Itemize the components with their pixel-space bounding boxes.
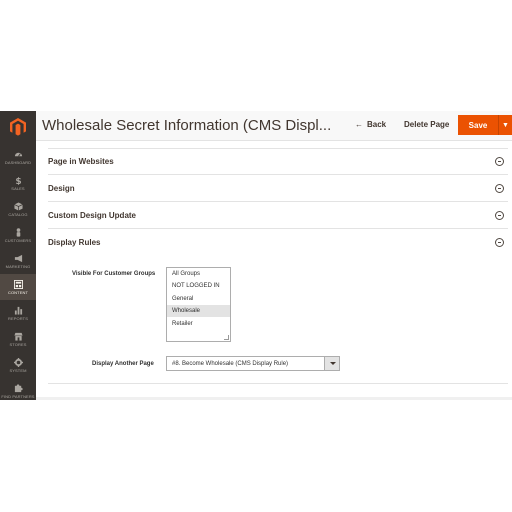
sidebar-item-label: STORES bbox=[9, 341, 27, 347]
collapse-toggle-icon[interactable] bbox=[495, 184, 504, 193]
collapse-toggle-icon[interactable] bbox=[495, 238, 504, 247]
multiselect-option[interactable]: Retailer bbox=[167, 318, 230, 330]
sidebar-item-label: CUSTOMERS bbox=[4, 237, 32, 243]
section-title: Page in Websites bbox=[48, 157, 114, 166]
dropdown-arrow-icon[interactable] bbox=[324, 357, 339, 370]
collapse-toggle-icon[interactable] bbox=[495, 157, 504, 166]
svg-text:$: $ bbox=[15, 177, 21, 185]
divider bbox=[48, 383, 508, 384]
section-title: Custom Design Update bbox=[48, 211, 137, 220]
customer-groups-multiselect[interactable]: All Groups NOT LOGGED IN General Wholesa… bbox=[166, 267, 231, 342]
sidebar-item-customers[interactable]: CUSTOMERS bbox=[0, 222, 36, 248]
puzzle-icon bbox=[14, 383, 23, 392]
layout-icon bbox=[13, 279, 23, 289]
multiselect-option[interactable]: All Groups bbox=[167, 268, 230, 280]
admin-sidebar: DASHBOARD $ SALES CATALOG CUSTOMERS MARK… bbox=[0, 111, 36, 400]
dashboard-icon bbox=[14, 152, 22, 157]
sidebar-item-content[interactable]: CONTENT bbox=[0, 274, 36, 300]
page-header: Wholesale Secret Information (CMS Displ.… bbox=[36, 111, 512, 141]
multiselect-option[interactable]: NOT LOGGED IN bbox=[167, 280, 230, 292]
select-value: #8. Become Wholesale (CMS Display Rule) bbox=[172, 361, 289, 367]
sidebar-item-label: SYSTEM bbox=[9, 367, 27, 373]
sidebar-item-system[interactable]: SYSTEM bbox=[0, 352, 36, 378]
section-custom-design-update[interactable]: Custom Design Update bbox=[48, 202, 508, 229]
dollar-icon: $ bbox=[15, 177, 21, 185]
sidebar-item-label: CATALOG bbox=[8, 211, 28, 217]
sidebar-item-label: REPORTS bbox=[8, 315, 28, 321]
sidebar-item-catalog[interactable]: CATALOG bbox=[0, 196, 36, 222]
section-title: Design bbox=[48, 184, 75, 193]
sidebar-item-label: DASHBOARD bbox=[4, 159, 32, 165]
sidebar-item-find-partners[interactable]: FIND PARTNERS bbox=[0, 378, 36, 400]
section-display-rules[interactable]: Display Rules bbox=[48, 229, 508, 256]
multiselect-option-selected[interactable]: Wholesale bbox=[167, 305, 230, 317]
megaphone-icon bbox=[14, 254, 22, 262]
back-button[interactable]: ← Back bbox=[355, 120, 386, 130]
display-another-page-select[interactable]: #8. Become Wholesale (CMS Display Rule) bbox=[166, 356, 340, 371]
section-title: Display Rules bbox=[48, 238, 101, 247]
sidebar-item-label: CONTENT bbox=[7, 289, 29, 295]
sidebar-item-sales[interactable]: $ SALES bbox=[0, 170, 36, 196]
store-icon bbox=[13, 332, 23, 341]
sidebar-item-dashboard[interactable]: DASHBOARD bbox=[0, 144, 36, 170]
footer-strip bbox=[36, 397, 512, 400]
magento-logo-icon[interactable] bbox=[0, 111, 36, 142]
back-button-label: Back bbox=[367, 120, 387, 129]
sidebar-item-stores[interactable]: STORES bbox=[0, 326, 36, 352]
collapse-toggle-icon[interactable] bbox=[495, 211, 504, 220]
gear-icon bbox=[13, 357, 23, 367]
arrow-left-icon: ← bbox=[355, 120, 363, 129]
customer-groups-label: Visible For Customer Groups bbox=[72, 271, 156, 277]
sidebar-item-label: SALES bbox=[11, 185, 25, 191]
section-page-in-websites[interactable]: Page in Websites bbox=[48, 148, 508, 175]
sidebar-item-label: MARKETING bbox=[5, 263, 31, 269]
person-icon bbox=[16, 227, 20, 237]
multiselect-option[interactable]: General bbox=[167, 293, 230, 305]
resize-handle[interactable] bbox=[224, 335, 229, 340]
sidebar-item-marketing[interactable]: MARKETING bbox=[0, 248, 36, 274]
sidebar-item-label: FIND PARTNERS bbox=[1, 393, 35, 399]
save-button[interactable]: Save bbox=[458, 115, 498, 135]
section-design[interactable]: Design bbox=[48, 175, 508, 202]
bar-chart-icon bbox=[14, 306, 22, 315]
page-title: Wholesale Secret Information (CMS Displ.… bbox=[42, 117, 332, 134]
cube-icon bbox=[13, 201, 23, 211]
chevron-down-icon: ▼ bbox=[502, 121, 509, 129]
display-another-page-label: Display Another Page bbox=[92, 361, 154, 367]
sidebar-item-reports[interactable]: REPORTS bbox=[0, 300, 36, 326]
delete-page-button[interactable]: Delete Page bbox=[404, 120, 449, 130]
save-options-toggle[interactable]: ▼ bbox=[498, 115, 512, 135]
